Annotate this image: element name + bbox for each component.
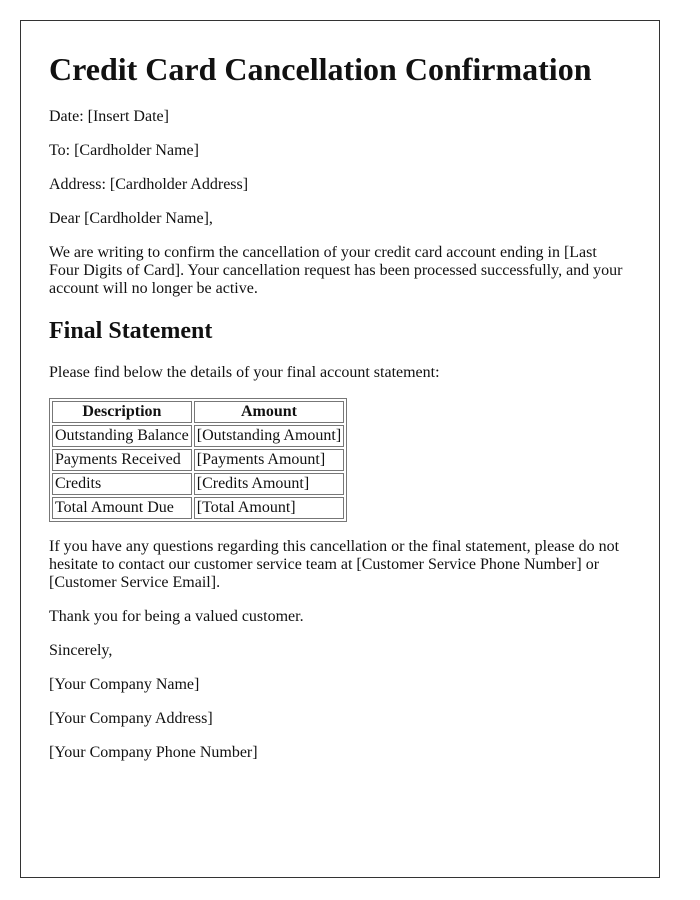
table-row: Total Amount Due [Total Amount] [52, 497, 345, 519]
statement-table: Description Amount Outstanding Balance [… [49, 398, 348, 522]
table-row: Outstanding Balance [Outstanding Amount] [52, 425, 345, 447]
table-header-row: Description Amount [52, 401, 345, 423]
contact-paragraph: If you have any questions regarding this… [49, 538, 620, 591]
final-statement-heading: Final Statement [49, 318, 213, 344]
row-amount: [Outstanding Amount] [193, 425, 345, 447]
company-address: [Your Company Address] [49, 710, 213, 727]
column-header-amount: Amount [193, 401, 345, 423]
company-name: [Your Company Name] [49, 676, 200, 693]
company-phone: [Your Company Phone Number] [49, 744, 258, 761]
table-row: Payments Received [Payments Amount] [52, 449, 345, 471]
final-statement-intro: Please find below the details of your fi… [49, 364, 440, 381]
row-amount: [Payments Amount] [193, 449, 345, 471]
address-line: Address: [Cardholder Address] [49, 176, 249, 193]
table-row: Credits [Credits Amount] [52, 473, 345, 495]
page-title: Credit Card Cancellation Confirmation [49, 51, 592, 87]
column-header-description: Description [52, 401, 192, 423]
row-description: Credits [52, 473, 192, 495]
intro-paragraph: We are writing to confirm the cancellati… [49, 244, 623, 297]
row-description: Total Amount Due [52, 497, 192, 519]
date-line: Date: [Insert Date] [49, 108, 169, 125]
row-amount: [Credits Amount] [193, 473, 345, 495]
row-amount: [Total Amount] [193, 497, 345, 519]
salutation: Dear [Cardholder Name], [49, 210, 213, 227]
row-description: Outstanding Balance [52, 425, 192, 447]
row-description: Payments Received [52, 449, 192, 471]
recipient-line: To: [Cardholder Name] [49, 142, 199, 159]
closing-line: Sincerely, [49, 642, 113, 659]
thanks-line: Thank you for being a valued customer. [49, 608, 304, 625]
letter-container: Credit Card Cancellation Confirmation Da… [20, 20, 660, 878]
